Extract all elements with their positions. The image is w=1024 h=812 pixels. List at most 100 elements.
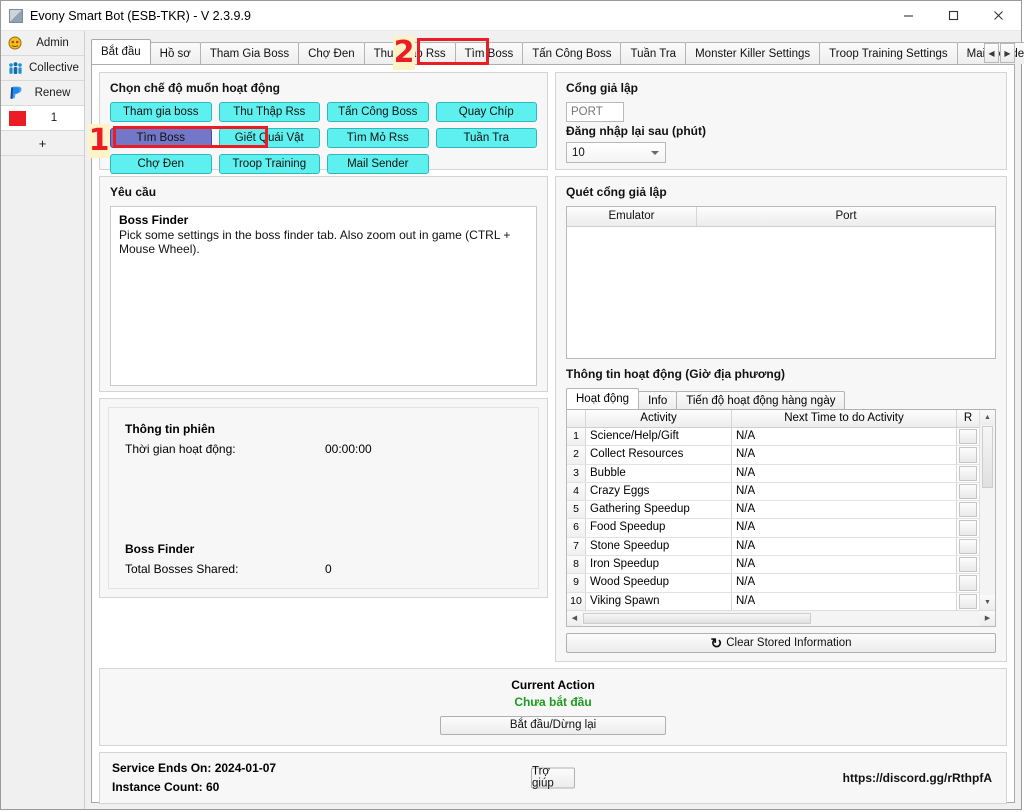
row-action-button[interactable] — [959, 466, 977, 481]
row-next-time: N/A — [732, 483, 957, 500]
sidebar-item-admin[interactable]: Admin — [1, 31, 84, 56]
table-row[interactable]: 1 Science/Help/Gift N/A — [567, 428, 979, 446]
relogin-minutes-select[interactable]: 10 — [566, 142, 666, 163]
table-row[interactable]: 9 Wood Speedup N/A — [567, 574, 979, 592]
maximize-button[interactable] — [931, 1, 976, 30]
mode-button-tim-boss[interactable]: Tìm Boss — [110, 128, 212, 148]
mode-button-tan-cong-boss[interactable]: Tấn Công Boss — [327, 102, 429, 122]
row-action-button[interactable] — [959, 575, 977, 590]
mode-button-giet-quai-vat[interactable]: Giết Quái Vật — [219, 128, 321, 148]
tab-cho-den[interactable]: Chợ Đen — [298, 42, 365, 64]
table-row[interactable]: 7 Stone Speedup N/A — [567, 538, 979, 556]
row-action-button[interactable] — [959, 520, 977, 535]
table-row[interactable]: 3 Bubble N/A — [567, 465, 979, 483]
sidebar-item-label: 1 — [32, 112, 84, 124]
column-header-r: R — [957, 410, 979, 427]
row-action-cell[interactable] — [957, 446, 979, 463]
subtab-info[interactable]: Info — [638, 391, 677, 409]
row-action-cell[interactable] — [957, 556, 979, 573]
row-activity: Bubble — [586, 465, 732, 482]
tab-scroll-left-icon[interactable]: ◀ — [984, 43, 999, 63]
tab-tan-cong-boss[interactable]: Tấn Công Boss — [522, 42, 621, 64]
boss-finder-stats: Boss Finder Total Bosses Shared: 0 — [125, 542, 522, 576]
footer-panel: Service Ends On: 2024-01-07 Instance Cou… — [99, 752, 1007, 804]
relogin-label: Đăng nhập lại sau (phút) — [566, 124, 996, 138]
row-action-cell[interactable] — [957, 538, 979, 555]
clear-button-label: Clear Stored Information — [726, 637, 851, 649]
scroll-up-icon[interactable]: ▲ — [980, 410, 995, 425]
mode-button-quay-chip[interactable]: Quay Chíp — [436, 102, 538, 122]
table-row[interactable]: 6 Food Speedup N/A — [567, 519, 979, 537]
tab-tuan-tra[interactable]: Tuần Tra — [620, 42, 686, 64]
tab-ho-so[interactable]: Hồ sơ — [150, 42, 201, 64]
horizontal-scroll-thumb[interactable] — [583, 613, 811, 624]
tab-thu-thap-rss[interactable]: Thu Thập Rss — [364, 42, 456, 64]
port-input[interactable] — [566, 102, 624, 122]
instance-count-text: Instance Count: 60 — [112, 778, 276, 797]
scroll-left-icon[interactable]: ◀ — [567, 611, 582, 626]
table-row[interactable]: 5 Gathering Speedup N/A — [567, 501, 979, 519]
mode-button-tham-gia-boss[interactable]: Tham gia boss — [110, 102, 212, 122]
close-button[interactable] — [976, 1, 1021, 30]
subtab-hoat-dong[interactable]: Hoạt động — [566, 388, 639, 409]
row-action-button[interactable] — [959, 429, 977, 444]
start-stop-button[interactable]: Bắt đầu/Dừng lại — [440, 716, 666, 735]
table-row[interactable]: 10 Viking Spawn N/A — [567, 593, 979, 610]
tab-scroll-right-icon[interactable]: ▶ — [1000, 43, 1015, 63]
minimize-button[interactable] — [886, 1, 931, 30]
mode-button-tuan-tra[interactable]: Tuần Tra — [436, 128, 538, 148]
mode-button-troop-training[interactable]: Troop Training — [219, 154, 321, 174]
row-action-cell[interactable] — [957, 519, 979, 536]
mode-button-tim-mo-rss[interactable]: Tìm Mỏ Rss — [327, 128, 429, 148]
emulator-scan-grid[interactable]: Emulator Port — [566, 206, 996, 359]
row-action-button[interactable] — [959, 484, 977, 499]
column-header-emulator: Emulator — [567, 207, 697, 226]
row-action-cell[interactable] — [957, 501, 979, 518]
mode-button-cho-den[interactable]: Chợ Đen — [110, 154, 212, 174]
mode-button-grid: Tham gia boss Thu Thập Rss Tấn Công Boss… — [110, 102, 537, 174]
activity-grid-header: Activity Next Time to do Activity R — [567, 410, 979, 428]
activity-grid[interactable]: Activity Next Time to do Activity R 1 Sc… — [566, 410, 996, 627]
row-action-button[interactable] — [959, 447, 977, 462]
tab-tham-gia-boss[interactable]: Tham Gia Boss — [200, 42, 299, 64]
tab-troop-training-settings[interactable]: Troop Training Settings — [819, 42, 957, 64]
row-index: 1 — [567, 428, 586, 445]
sidebar-item-renew[interactable]: Renew — [1, 81, 84, 106]
help-button[interactable]: Trợ giúp — [531, 767, 575, 788]
scroll-right-icon[interactable]: ▶ — [980, 611, 995, 626]
sidebar-add-instance-button[interactable]: + — [1, 131, 84, 156]
activity-vertical-scrollbar[interactable]: ▲ ▼ — [979, 410, 995, 610]
row-action-button[interactable] — [959, 557, 977, 572]
row-action-button[interactable] — [959, 539, 977, 554]
row-action-cell[interactable] — [957, 483, 979, 500]
table-row[interactable]: 8 Iron Speedup N/A — [567, 556, 979, 574]
table-row[interactable]: 4 Crazy Eggs N/A — [567, 483, 979, 501]
subtab-tien-do-hang-ngay[interactable]: Tiến độ hoạt động hàng ngày — [676, 391, 845, 409]
vertical-scroll-thumb[interactable] — [982, 426, 993, 488]
activity-horizontal-scrollbar[interactable]: ◀ ▶ — [567, 610, 995, 626]
row-activity: Crazy Eggs — [586, 483, 732, 500]
tab-bat-dau[interactable]: Bắt đầu — [91, 39, 151, 64]
row-action-cell[interactable] — [957, 593, 979, 610]
tab-monster-killer-settings[interactable]: Monster Killer Settings — [685, 42, 820, 64]
table-row[interactable]: 2 Collect Resources N/A — [567, 446, 979, 464]
mode-button-thu-thap-rss[interactable]: Thu Thập Rss — [219, 102, 321, 122]
discord-link[interactable]: https://discord.gg/rRthpfA — [843, 771, 992, 785]
row-action-cell[interactable] — [957, 428, 979, 445]
session-info-panel: Thông tin phiên Thời gian hoạt động: 00:… — [99, 398, 548, 598]
row-action-button[interactable] — [959, 502, 977, 517]
mode-button-mail-sender[interactable]: Mail Sender — [327, 154, 429, 174]
row-index: 9 — [567, 574, 586, 591]
row-action-button[interactable] — [959, 594, 977, 609]
boss-finder-title: Boss Finder — [125, 542, 522, 556]
session-uptime-label: Thời gian hoạt động: — [125, 442, 325, 456]
sidebar-item-collective[interactable]: Collective — [1, 56, 84, 81]
clear-stored-information-button[interactable]: ↻ Clear Stored Information — [566, 633, 996, 653]
tab-tim-boss[interactable]: Tìm Boss — [455, 42, 524, 64]
app-window-icon — [9, 9, 23, 23]
row-action-cell[interactable] — [957, 465, 979, 482]
sidebar-item-instance-1[interactable]: 1 — [1, 106, 84, 131]
window-body: Admin Collective — [1, 31, 1021, 809]
scroll-down-icon[interactable]: ▼ — [980, 595, 995, 610]
row-action-cell[interactable] — [957, 574, 979, 591]
